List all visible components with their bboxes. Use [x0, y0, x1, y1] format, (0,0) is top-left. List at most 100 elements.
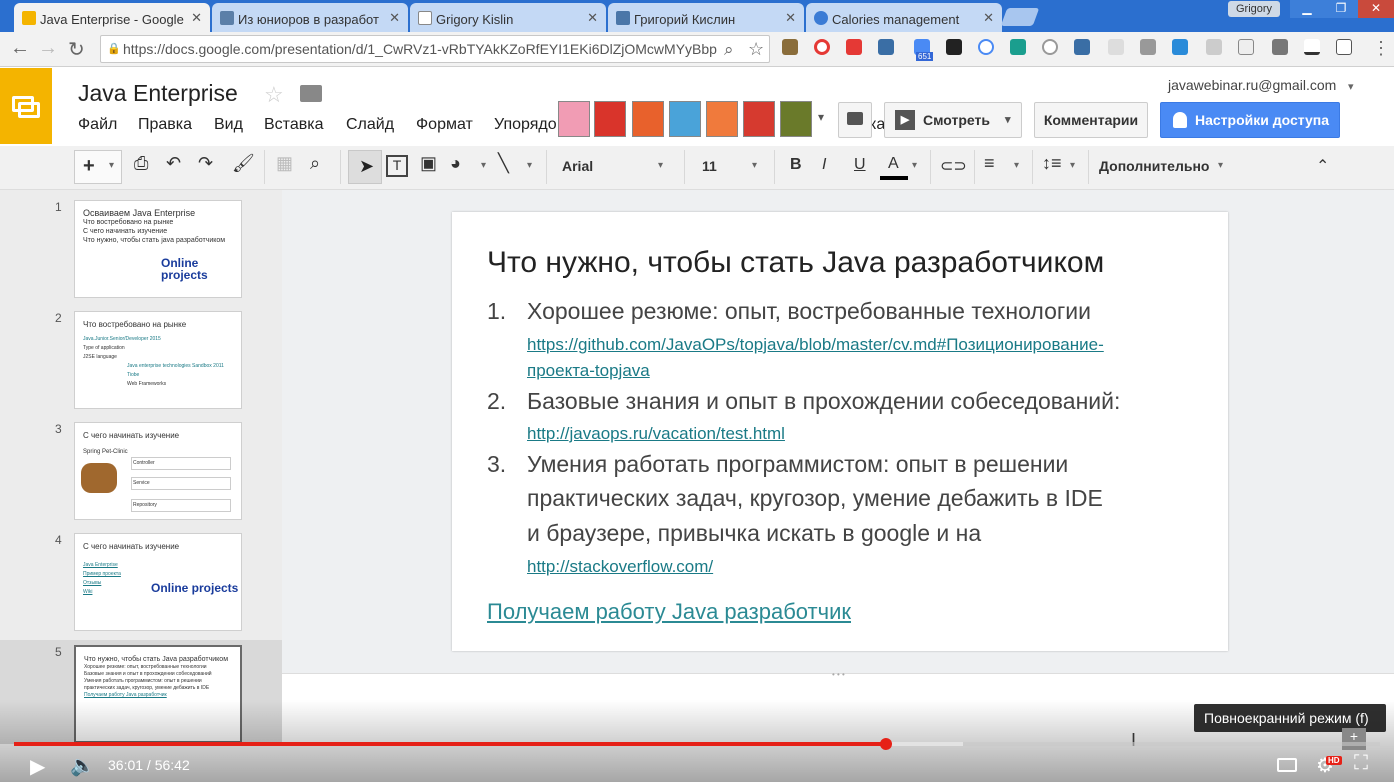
opera-icon[interactable]: [814, 39, 830, 55]
fullscreen-icon[interactable]: ⛶: [1354, 752, 1368, 775]
chevron-down-icon[interactable]: ▾: [527, 160, 532, 171]
close-icon[interactable]: ✕: [983, 10, 994, 26]
bold-icon[interactable]: B: [790, 156, 802, 174]
music-icon[interactable]: [1336, 39, 1352, 55]
folder-icon[interactable]: [300, 85, 322, 102]
chevron-down-icon[interactable]: ▾: [912, 160, 917, 171]
resize-handle[interactable]: • • •: [832, 670, 845, 679]
font-size-select[interactable]: 11: [702, 158, 717, 174]
menu-edit[interactable]: Правка: [138, 116, 192, 134]
forward-arrow-icon[interactable]: →: [38, 37, 58, 60]
scrubber-handle[interactable]: [880, 738, 892, 750]
list-item-text[interactable]: Базовые знания и опыт в прохождении собе…: [527, 388, 1120, 415]
tab-java-enterprise[interactable]: Java Enterprise - Google ✕: [14, 3, 210, 32]
subtitles-icon[interactable]: [1277, 758, 1297, 772]
profile-button[interactable]: Grigory: [1228, 1, 1280, 17]
menu-slide[interactable]: Слайд: [346, 116, 394, 134]
window-close-button[interactable]: ✕: [1358, 0, 1394, 18]
tab-grigory-kislin[interactable]: Grigory Kislin ✕: [410, 3, 606, 32]
download-icon[interactable]: [878, 39, 894, 55]
menu-file[interactable]: Файл: [78, 116, 117, 134]
slide-thumbnail-2[interactable]: Что востребовано на рынке Java.Junior.Se…: [74, 311, 242, 409]
chevron-down-icon[interactable]: ▾: [481, 160, 486, 171]
address-bar[interactable]: 🔒 https://docs.google.com/presentation/d…: [100, 35, 770, 63]
back-arrow-icon[interactable]: ←: [10, 37, 30, 60]
slide-thumbnail-3[interactable]: С чего начинать изучение Spring Pet-Clin…: [74, 422, 242, 520]
menu-view[interactable]: Вид: [214, 116, 243, 134]
chevron-down-icon[interactable]: ▾: [1218, 160, 1223, 171]
slide-thumbnail-1[interactable]: Осваиваем Java Enterprise Что востребова…: [74, 200, 242, 298]
line-icon[interactable]: ╲: [498, 153, 509, 174]
star-icon[interactable]: ☆: [264, 82, 284, 108]
italic-icon[interactable]: I: [822, 156, 826, 174]
extension-icon[interactable]: [1042, 39, 1058, 55]
menu-insert[interactable]: Вставка: [264, 116, 323, 134]
menu-format[interactable]: Формат: [416, 116, 473, 134]
slide-title[interactable]: Что нужно, чтобы стать Java разработчико…: [487, 246, 1104, 280]
volume-icon[interactable]: 🔈: [70, 753, 95, 778]
close-icon[interactable]: ✕: [191, 10, 202, 26]
select-icon[interactable]: ▦: [276, 153, 293, 174]
collapse-toolbar-icon[interactable]: ⌃: [1316, 156, 1329, 176]
extension-icon[interactable]: [1172, 39, 1188, 55]
undo-icon[interactable]: ↶: [166, 153, 181, 174]
tab-vk[interactable]: Григорий Кислин ✕: [608, 3, 804, 32]
pen-icon[interactable]: [1108, 39, 1124, 55]
chevron-down-icon[interactable]: ▾: [1005, 113, 1011, 126]
menu-arrange[interactable]: Упорядо: [494, 116, 557, 134]
chevron-down-icon[interactable]: ▾: [818, 110, 824, 124]
chevron-down-icon[interactable]: ▾: [1348, 80, 1354, 93]
minimize-button[interactable]: ▁: [1290, 0, 1324, 18]
close-icon[interactable]: ✕: [389, 10, 400, 26]
cv-link[interactable]: https://github.com/JavaOPs/topjava/blob/…: [527, 335, 1104, 355]
extension-icon[interactable]: [1304, 39, 1320, 55]
font-family-select[interactable]: Arial: [562, 158, 593, 174]
share-button[interactable]: Настройки доступа: [1160, 102, 1340, 138]
new-slide-button[interactable]: + ▾: [74, 150, 122, 184]
zoom-icon[interactable]: ⌕: [310, 153, 320, 174]
extension-icon[interactable]: [978, 39, 994, 55]
cv-link[interactable]: проекта-topjava: [527, 361, 650, 381]
reload-icon[interactable]: ↻: [68, 37, 85, 62]
test-link[interactable]: http://javaops.ru/vacation/test.html: [527, 424, 785, 444]
translate-icon[interactable]: [1238, 39, 1254, 55]
link-icon[interactable]: ⊂⊃: [940, 156, 967, 176]
shape-icon[interactable]: ◕: [450, 153, 461, 174]
tab-calories[interactable]: Calories management ✕: [806, 3, 1002, 32]
download-icon[interactable]: [1074, 39, 1090, 55]
extension-icon[interactable]: [782, 39, 798, 55]
list-item-text[interactable]: и браузере, привычка искать в google и н…: [527, 520, 981, 547]
text-color-icon[interactable]: A: [888, 155, 899, 173]
account-email[interactable]: javawebinar.ru@gmail.com: [1168, 77, 1336, 93]
chrome-menu-icon[interactable]: ⋮: [1372, 38, 1390, 59]
more-options[interactable]: Дополнительно: [1099, 158, 1209, 174]
stackoverflow-link[interactable]: http://stackoverflow.com/: [527, 557, 713, 577]
slide-thumbnail-4[interactable]: С чего начинать изучение Java Enterprise…: [74, 533, 242, 631]
paint-format-icon[interactable]: 🖌: [232, 153, 255, 174]
chevron-down-icon[interactable]: ▾: [752, 160, 757, 171]
print-icon[interactable]: ⎙: [134, 153, 148, 174]
maximize-button[interactable]: ❐: [1324, 0, 1358, 18]
tab-juniors[interactable]: Из юниоров в разработ ✕: [212, 3, 408, 32]
document-title[interactable]: Java Enterprise: [78, 80, 238, 107]
redo-icon[interactable]: ↷: [198, 153, 213, 174]
comments-history-button[interactable]: [838, 102, 872, 138]
play-icon[interactable]: ▶: [30, 754, 45, 779]
text-box-icon[interactable]: T: [386, 155, 408, 177]
zoom-icon[interactable]: ⌕: [724, 40, 734, 60]
select-tool-button[interactable]: ➤: [348, 150, 382, 184]
align-icon[interactable]: ≡: [984, 153, 995, 174]
comments-button[interactable]: Комментарии: [1034, 102, 1148, 138]
chevron-down-icon[interactable]: ▾: [1014, 160, 1019, 171]
extension-icon[interactable]: [1206, 39, 1222, 55]
add-icon[interactable]: +: [1342, 728, 1366, 750]
close-icon[interactable]: ✕: [785, 10, 796, 26]
list-item-text[interactable]: Умения работать программистом: опыт в ре…: [527, 451, 1068, 478]
extension-icon[interactable]: [946, 39, 962, 55]
chevron-down-icon[interactable]: ▾: [658, 160, 663, 171]
new-tab-button[interactable]: [1000, 8, 1040, 26]
underline-icon[interactable]: U: [854, 156, 866, 174]
close-icon[interactable]: ✕: [587, 10, 598, 26]
job-link[interactable]: Получаем работу Java разработчик: [487, 599, 851, 625]
extension-icon[interactable]: [1010, 39, 1026, 55]
